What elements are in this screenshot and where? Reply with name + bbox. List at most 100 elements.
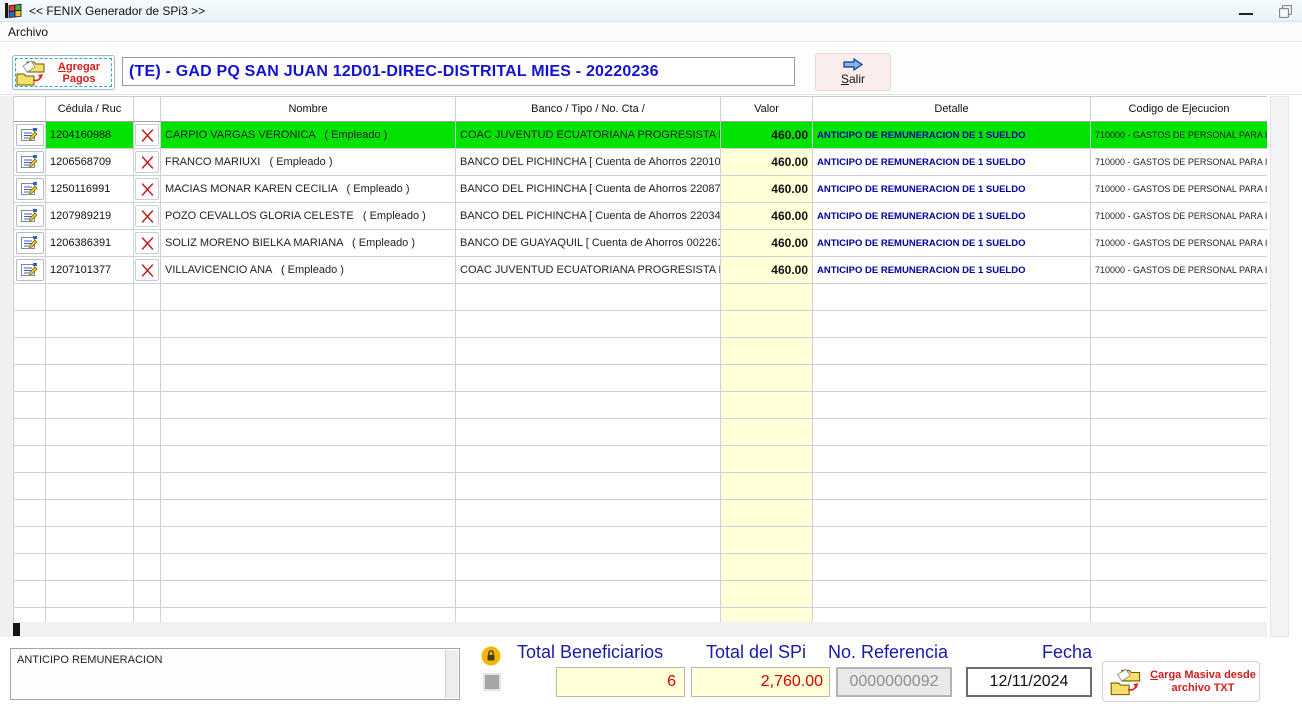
edit-row-button[interactable] xyxy=(16,124,44,146)
table-row[interactable]: 1206386391 SOLIZ MORENO BIELKA MARIANA (… xyxy=(14,230,1267,257)
empty-table-row[interactable] xyxy=(14,527,1267,554)
nombre-cell xyxy=(161,365,456,392)
nombre-cell: MACIAS MONAR KAREN CECILIA ( Empleado ) xyxy=(161,176,456,203)
banco-cell xyxy=(456,338,721,365)
entity-title-field[interactable]: (TE) - GAD PQ SAN JUAN 12D01-DIREC-DISTR… xyxy=(122,57,795,86)
empty-table-row[interactable] xyxy=(14,473,1267,500)
empty-table-row[interactable] xyxy=(14,608,1267,622)
delete-row-button[interactable] xyxy=(135,205,159,227)
nombre-cell: CARPIO VARGAS VERONICA ( Empleado ) xyxy=(161,122,456,149)
nombre-cell xyxy=(161,608,456,622)
detalle-cell xyxy=(813,527,1091,554)
empty-table-row[interactable] xyxy=(14,554,1267,581)
valor-cell xyxy=(721,527,813,554)
empty-table-row[interactable] xyxy=(14,284,1267,311)
nombre-cell xyxy=(161,338,456,365)
nombre-cell xyxy=(161,392,456,419)
valor-cell: 460.00 xyxy=(721,149,813,176)
banco-cell xyxy=(456,554,721,581)
empty-table-row[interactable] xyxy=(14,338,1267,365)
empty-table-row[interactable] xyxy=(14,311,1267,338)
fecha-field[interactable]: 12/11/2024 xyxy=(966,667,1092,697)
nombre-cell xyxy=(161,581,456,608)
delete-row-button[interactable] xyxy=(135,124,159,146)
table-row[interactable]: 1206568709 FRANCO MARIUXI ( Empleado ) B… xyxy=(14,149,1267,176)
minimize-button[interactable] xyxy=(1239,13,1253,15)
delete-row-button[interactable] xyxy=(135,232,159,254)
cedula-cell xyxy=(46,419,134,446)
delete-x-icon xyxy=(141,156,154,169)
horizontal-scrollbar-thumb[interactable] xyxy=(13,623,20,636)
empty-table-row[interactable] xyxy=(14,500,1267,527)
agregar-pagos-button[interactable]: AgregarPagos xyxy=(12,55,115,90)
app-windows-flag-icon xyxy=(5,3,22,18)
table-row[interactable]: 1207101377 VILLAVICENCIO ANA ( Empleado … xyxy=(14,257,1267,284)
codigo-cell xyxy=(1091,284,1267,311)
cedula-cell xyxy=(46,392,134,419)
valor-cell xyxy=(721,392,813,419)
codigo-cell xyxy=(1091,338,1267,365)
cedula-cell xyxy=(46,311,134,338)
header-cedula: Cédula / Ruc xyxy=(46,97,134,122)
delete-row-button[interactable] xyxy=(135,151,159,173)
delete-x-icon xyxy=(141,183,154,196)
cedula-cell xyxy=(46,446,134,473)
nombre-cell: SOLIZ MORENO BIELKA MARIANA ( Empleado ) xyxy=(161,230,456,257)
salir-button[interactable]: Salir xyxy=(815,53,891,91)
codigo-cell xyxy=(1091,473,1267,500)
footer-panel: ANTICIPO REMUNERACION Total Beneficiario… xyxy=(0,640,1302,707)
horizontal-scrollbar[interactable] xyxy=(13,622,1267,637)
exit-arrow-icon xyxy=(842,58,864,71)
edit-row-button[interactable] xyxy=(16,259,44,281)
detalle-cell: ANTICIPO DE REMUNERACION DE 1 SUELDO xyxy=(813,257,1091,284)
delete-row-button[interactable] xyxy=(135,259,159,281)
empty-table-row[interactable] xyxy=(14,365,1267,392)
codigo-cell xyxy=(1091,500,1267,527)
vertical-scrollbar[interactable] xyxy=(1270,96,1289,637)
delete-row-button[interactable] xyxy=(135,178,159,200)
edit-form-icon xyxy=(21,263,38,277)
comment-scrollbar[interactable] xyxy=(445,650,458,698)
detalle-cell: ANTICIPO DE REMUNERACION DE 1 SUELDO xyxy=(813,149,1091,176)
empty-table-row[interactable] xyxy=(14,419,1267,446)
detalle-cell xyxy=(813,392,1091,419)
edit-row-button[interactable] xyxy=(16,232,44,254)
valor-cell: 460.00 xyxy=(721,203,813,230)
cedula-cell xyxy=(46,365,134,392)
cedula-cell: 1207101377 xyxy=(46,257,134,284)
codigo-cell xyxy=(1091,365,1267,392)
banco-cell: COAC JUVENTUD ECUATORIANA PROGRESISTA LT… xyxy=(456,257,721,284)
carga-masiva-button[interactable]: Carga Masiva desdearchivo TXT xyxy=(1102,661,1260,702)
codigo-cell xyxy=(1091,446,1267,473)
codigo-cell: 710000 - GASTOS DE PERSONAL PARA INVERSI xyxy=(1091,122,1267,149)
codigo-cell xyxy=(1091,554,1267,581)
edit-row-button[interactable] xyxy=(16,178,44,200)
banco-cell xyxy=(456,392,721,419)
nombre-cell xyxy=(161,473,456,500)
restore-button[interactable] xyxy=(1279,5,1292,18)
header-banco: Banco / Tipo / No. Cta / xyxy=(456,97,721,122)
table-row[interactable]: 1250116991 MACIAS MONAR KAREN CECILIA ( … xyxy=(14,176,1267,203)
edit-row-button[interactable] xyxy=(16,205,44,227)
banco-cell xyxy=(456,311,721,338)
table-row[interactable]: 1207989219 POZO CEVALLOS GLORIA CELESTE … xyxy=(14,203,1267,230)
valor-cell xyxy=(721,446,813,473)
codigo-cell xyxy=(1091,608,1267,622)
comment-textarea[interactable]: ANTICIPO REMUNERACION xyxy=(10,648,460,700)
detalle-cell xyxy=(813,581,1091,608)
total-spi-field: 2,760.00 xyxy=(691,667,830,697)
valor-cell xyxy=(721,500,813,527)
detalle-cell xyxy=(813,338,1091,365)
table-row[interactable]: 1204160988 CARPIO VARGAS VERONICA ( Empl… xyxy=(14,122,1267,149)
banco-cell xyxy=(456,473,721,500)
agregar-pagos-label: AgregarPagos xyxy=(51,61,107,85)
menu-archivo[interactable]: Archivo xyxy=(0,25,56,39)
empty-table-row[interactable] xyxy=(14,392,1267,419)
empty-table-row[interactable] xyxy=(14,446,1267,473)
empty-table-row[interactable] xyxy=(14,581,1267,608)
folders-icon xyxy=(13,58,51,88)
cedula-cell xyxy=(46,608,134,622)
edit-row-button[interactable] xyxy=(16,151,44,173)
cedula-cell: 1207989219 xyxy=(46,203,134,230)
codigo-cell xyxy=(1091,311,1267,338)
